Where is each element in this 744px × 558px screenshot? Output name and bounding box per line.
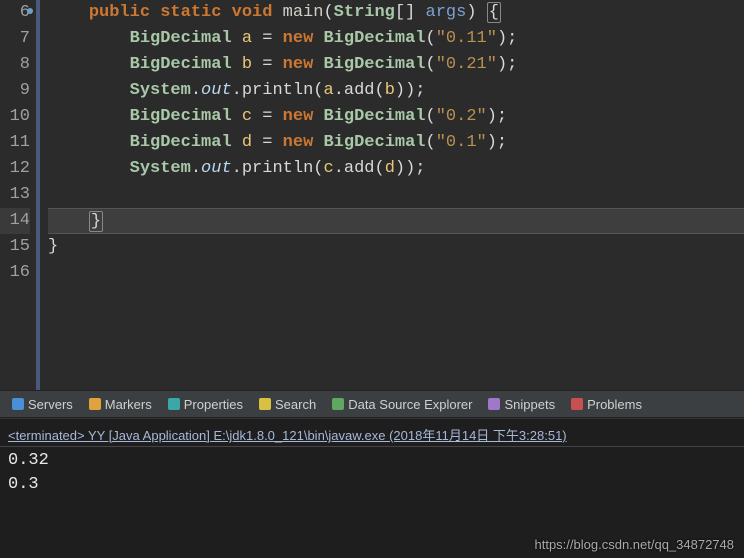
line-number: 14 bbox=[0, 208, 30, 234]
servers-icon bbox=[12, 398, 24, 410]
tab-label: Properties bbox=[184, 397, 243, 412]
tab-label: Search bbox=[275, 397, 316, 412]
tab-data-source-explorer[interactable]: Data Source Explorer bbox=[324, 391, 480, 417]
tab-snippets[interactable]: Snippets bbox=[480, 391, 563, 417]
code-line[interactable]: System.out.println(c.add(d)); bbox=[48, 156, 744, 182]
data-source-explorer-icon bbox=[332, 398, 344, 410]
code-line[interactable]: BigDecimal d = new BigDecimal("0.1"); bbox=[48, 130, 744, 156]
properties-icon bbox=[168, 398, 180, 410]
line-number: 7 bbox=[0, 26, 30, 52]
code-line[interactable]: } bbox=[48, 208, 744, 234]
tab-label: Snippets bbox=[504, 397, 555, 412]
tab-label: Data Source Explorer bbox=[348, 397, 472, 412]
code-line[interactable]: BigDecimal a = new BigDecimal("0.11"); bbox=[48, 26, 744, 52]
code-line[interactable]: } bbox=[48, 234, 744, 260]
views-tab-bar: Servers Markers Properties Search Data Sourc… bbox=[0, 390, 744, 418]
tab-search[interactable]: Search bbox=[251, 391, 324, 417]
snippets-icon bbox=[488, 398, 500, 410]
console-line: 0.3 bbox=[8, 473, 736, 497]
line-number: 13 bbox=[0, 182, 30, 208]
search-icon bbox=[259, 398, 271, 410]
console-process-header: <terminated> YY [Java Application] E:\jd… bbox=[0, 418, 744, 446]
tab-label: Problems bbox=[587, 397, 642, 412]
code-area[interactable]: public static void main(String[] args) {… bbox=[40, 0, 744, 390]
code-line[interactable]: public static void main(String[] args) { bbox=[48, 0, 744, 26]
tab-label: Markers bbox=[105, 397, 152, 412]
line-number: 12 bbox=[0, 156, 30, 182]
console-line: 0.32 bbox=[8, 449, 736, 473]
code-line[interactable]: BigDecimal c = new BigDecimal("0.2"); bbox=[48, 104, 744, 130]
tab-servers[interactable]: Servers bbox=[4, 391, 81, 417]
tab-properties[interactable]: Properties bbox=[160, 391, 251, 417]
problems-icon bbox=[571, 398, 583, 410]
tab-problems[interactable]: Problems bbox=[563, 391, 650, 417]
code-line[interactable]: BigDecimal b = new BigDecimal("0.21"); bbox=[48, 52, 744, 78]
code-line[interactable]: System.out.println(a.add(b)); bbox=[48, 78, 744, 104]
code-editor[interactable]: 678910111213141516 public static void ma… bbox=[0, 0, 744, 390]
tab-label: Servers bbox=[28, 397, 73, 412]
line-number-gutter: 678910111213141516 bbox=[0, 0, 40, 390]
tab-markers[interactable]: Markers bbox=[81, 391, 160, 417]
console-output[interactable]: 0.320.3 bbox=[0, 446, 744, 499]
line-number: 15 bbox=[0, 234, 30, 260]
line-number: 9 bbox=[0, 78, 30, 104]
line-number: 8 bbox=[0, 52, 30, 78]
line-number: 10 bbox=[0, 104, 30, 130]
override-marker-icon bbox=[27, 8, 33, 14]
line-number: 16 bbox=[0, 260, 30, 286]
line-number: 11 bbox=[0, 130, 30, 156]
watermark-text: https://blog.csdn.net/qq_34872748 bbox=[535, 537, 735, 552]
code-line[interactable] bbox=[48, 182, 744, 208]
code-line[interactable] bbox=[48, 260, 744, 286]
line-number: 6 bbox=[0, 0, 30, 26]
markers-icon bbox=[89, 398, 101, 410]
